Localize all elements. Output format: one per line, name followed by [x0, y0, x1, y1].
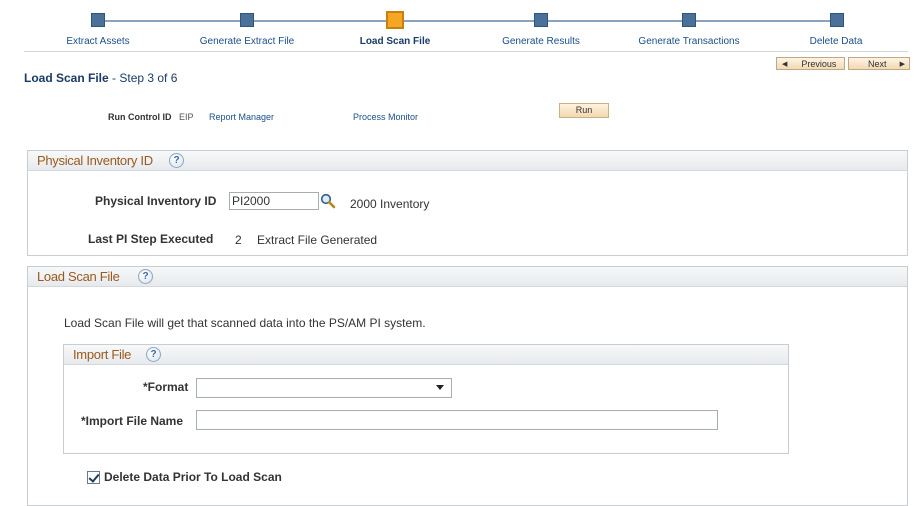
physical-inventory-section-title: Physical Inventory ID — [37, 153, 153, 168]
triangle-right-icon: ▶ — [899, 60, 905, 68]
import-file-name-input[interactable] — [196, 410, 718, 430]
next-button[interactable]: Next ▶ — [848, 57, 910, 70]
train-stop-extract-assets[interactable] — [91, 13, 105, 27]
train-stop-delete-data[interactable] — [830, 13, 844, 27]
triangle-left-icon: ◀ — [782, 60, 788, 68]
import-file-name-label: *Import File Name — [81, 414, 184, 428]
train-step-label-generate-results[interactable]: Generate Results — [502, 36, 580, 47]
train-stop-generate-transactions[interactable] — [682, 13, 696, 27]
run-button[interactable]: Run — [559, 103, 609, 118]
train-stop-generate-results[interactable] — [534, 13, 548, 27]
train-stop-generate-extract-file[interactable] — [240, 13, 254, 27]
import-file-section-title: Import File — [73, 347, 132, 362]
help-icon[interactable]: ? — [146, 347, 161, 362]
delete-data-prior-label[interactable]: Delete Data Prior To Load Scan — [104, 470, 282, 484]
page-step-text: - Step 3 of 6 — [108, 71, 178, 85]
load-scan-file-section-title: Load Scan File — [37, 269, 120, 284]
train-line — [98, 20, 838, 22]
physical-inventory-id-input[interactable] — [229, 192, 319, 210]
previous-button-label: Previous — [801, 58, 837, 69]
load-scan-file-header: Load Scan File ? — [28, 267, 907, 287]
train-step-label-load-scan-file[interactable]: Load Scan File — [360, 36, 431, 47]
help-icon[interactable]: ? — [169, 153, 184, 168]
train-step-label-extract-assets[interactable]: Extract Assets — [66, 36, 129, 47]
physical-inventory-id-label: Physical Inventory ID — [95, 194, 217, 208]
checkmark-icon — [88, 471, 100, 483]
load-scan-description: Load Scan File will get that scanned dat… — [64, 316, 426, 330]
process-monitor-link[interactable]: Process Monitor — [353, 112, 418, 122]
lookup-icon[interactable] — [320, 193, 336, 209]
train-step-label-generate-extract-file[interactable]: Generate Extract File — [200, 36, 294, 47]
delete-data-prior-checkbox[interactable] — [87, 471, 100, 484]
run-control-label: Run Control ID — [108, 112, 172, 122]
last-pi-step-text: Extract File Generated — [257, 233, 378, 247]
train-step-label-delete-data[interactable]: Delete Data — [810, 36, 863, 47]
last-pi-step-number: 2 — [235, 233, 242, 247]
run-control-value: EIP — [179, 112, 194, 122]
import-file-header: Import File ? — [64, 345, 788, 365]
train-stop-load-scan-file[interactable] — [386, 11, 404, 29]
last-pi-step-label: Last PI Step Executed — [88, 232, 214, 246]
page-title: Load Scan File - Step 3 of 6 — [24, 71, 177, 85]
train-step-label-generate-transactions[interactable]: Generate Transactions — [638, 36, 739, 47]
help-icon[interactable]: ? — [138, 269, 153, 284]
report-manager-link[interactable]: Report Manager — [209, 112, 274, 122]
page-title-text: Load Scan File — [24, 71, 109, 85]
train-divider — [24, 51, 908, 52]
import-file-group: Import File ? — [63, 344, 789, 454]
physical-inventory-description: 2000 Inventory — [350, 197, 430, 211]
previous-button[interactable]: ◀ Previous — [776, 57, 845, 70]
next-button-label: Next — [868, 58, 887, 69]
physical-inventory-header: Physical Inventory ID ? — [28, 151, 907, 171]
chevron-down-icon — [436, 385, 444, 390]
format-select[interactable] — [196, 378, 452, 398]
format-label: *Format — [143, 380, 189, 394]
